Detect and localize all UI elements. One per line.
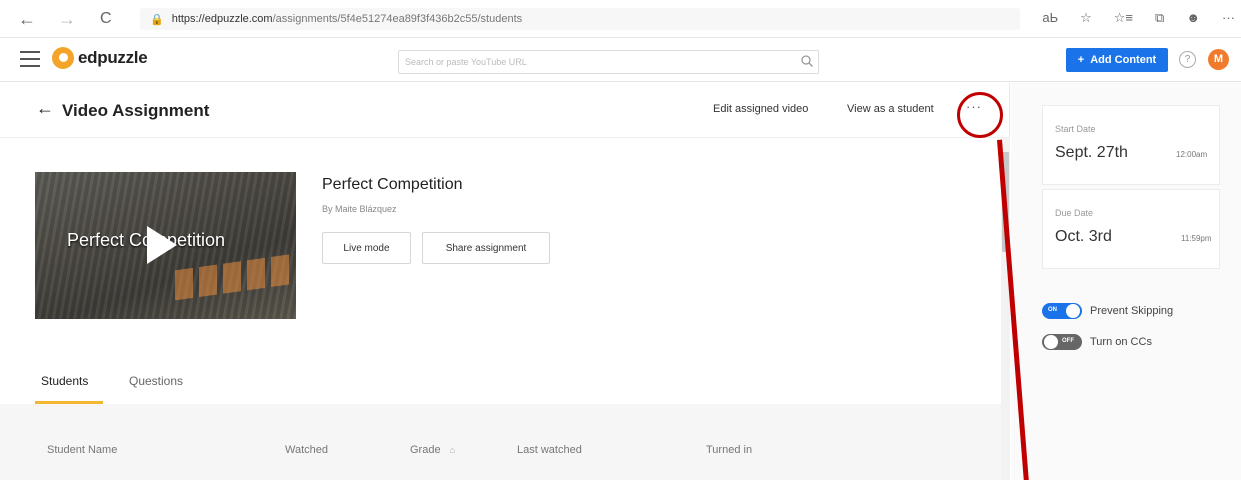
lock-icon: 🔒 [150, 13, 164, 26]
captions-toggle[interactable]: OFF [1042, 334, 1082, 350]
browser-icons: аЬ ☆ ☆≡ ⧉ ☻ ··· [1042, 10, 1235, 26]
students-table-header: Student Name Watched Grade ⌂ Last watche… [0, 404, 1001, 480]
logo-text: edpuzzle [78, 48, 148, 67]
column-grade-label: Grade [410, 444, 441, 456]
add-content-button[interactable]: + Add Content [1066, 48, 1168, 72]
favorites-list-icon[interactable]: ☆≡ [1114, 10, 1133, 26]
video-author: By Maite Blázquez [322, 204, 397, 214]
start-time-value: 12:00am [1176, 150, 1208, 159]
due-date-card[interactable]: Due Date Oct. 3rd 11:59pm [1042, 189, 1220, 269]
app-header: edpuzzle Search or paste YouTube URL + A… [0, 38, 1241, 82]
column-watched[interactable]: Watched [285, 444, 328, 456]
logo-mark-icon [52, 47, 74, 69]
live-mode-button[interactable]: Live mode [322, 232, 411, 264]
captions-label: Turn on CCs [1090, 336, 1152, 348]
share-assignment-button[interactable]: Share assignment [422, 232, 550, 264]
column-grade[interactable]: Grade ⌂ [410, 444, 455, 456]
favorite-icon[interactable]: ☆ [1080, 10, 1092, 26]
tab-questions[interactable]: Questions [129, 374, 183, 388]
back-arrow-icon[interactable]: ← [36, 98, 54, 119]
page-title: Video Assignment [62, 101, 210, 120]
start-date-value: Sept. 27th [1055, 144, 1128, 161]
help-icon[interactable]: ? [1179, 51, 1196, 68]
due-date-label: Due Date [1055, 208, 1094, 218]
browser-toolbar: ← → C 🔒 https://edpuzzle.com /assignment… [0, 0, 1241, 38]
read-aloud-icon[interactable]: аЬ [1042, 10, 1058, 26]
assignment-panel: ← Video Assignment Edit assigned video V… [0, 83, 1010, 480]
column-last-watched[interactable]: Last watched [517, 444, 582, 456]
start-date-card[interactable]: Start Date Sept. 27th 12:00am [1042, 105, 1220, 185]
search-input[interactable]: Search or paste YouTube URL [398, 50, 819, 74]
start-date-label: Start Date [1055, 124, 1096, 134]
prevent-skipping-toggle[interactable]: ON [1042, 303, 1082, 319]
collections-icon[interactable]: ⧉ [1155, 10, 1164, 26]
url-path: /assignments/5f4e51274ea89f3f436b2c55/st… [272, 13, 523, 25]
plus-icon: + [1077, 54, 1085, 66]
address-bar[interactable]: 🔒 https://edpuzzle.com /assignments/5f4e… [140, 8, 1020, 30]
toggle-knob [1044, 335, 1058, 349]
view-as-student-link[interactable]: View as a student [847, 103, 934, 115]
forward-icon[interactable]: → [58, 10, 76, 28]
edit-assigned-video-link[interactable]: Edit assigned video [713, 103, 808, 115]
profile-icon[interactable]: ☻ [1186, 10, 1200, 26]
back-icon[interactable]: ← [18, 10, 36, 28]
toggle-knob [1066, 304, 1080, 318]
prevent-skipping-label: Prevent Skipping [1090, 305, 1174, 317]
assignment-sidebar: Start Date Sept. 27th 12:00am Due Date O… [1011, 83, 1241, 480]
annotation-circle [957, 92, 1003, 138]
tab-students[interactable]: Students [41, 374, 88, 388]
due-time-value: 11:59pm [1181, 234, 1212, 243]
assignment-title-row: ← Video Assignment Edit assigned video V… [0, 83, 1010, 138]
video-title: Perfect Competition [322, 176, 463, 193]
due-date-value: Oct. 3rd [1055, 228, 1112, 245]
toggle-off-text: OFF [1062, 338, 1074, 344]
menu-icon[interactable] [20, 51, 40, 67]
search-icon[interactable] [800, 54, 814, 68]
edpuzzle-logo[interactable]: edpuzzle [52, 47, 148, 69]
avatar[interactable]: M [1208, 49, 1229, 70]
column-turned-in[interactable]: Turned in [706, 444, 752, 456]
video-thumbnail[interactable]: Perfect Competition [35, 172, 296, 319]
browser-menu-icon[interactable]: ··· [1222, 10, 1235, 26]
reload-icon[interactable]: C [100, 10, 112, 28]
column-student-name[interactable]: Student Name [47, 444, 117, 456]
play-icon[interactable] [147, 226, 177, 264]
sort-icon: ⌂ [449, 445, 456, 455]
toggle-on-text: ON [1048, 307, 1057, 313]
add-content-label: Add Content [1090, 54, 1157, 66]
url-host: https://edpuzzle.com [171, 13, 273, 25]
